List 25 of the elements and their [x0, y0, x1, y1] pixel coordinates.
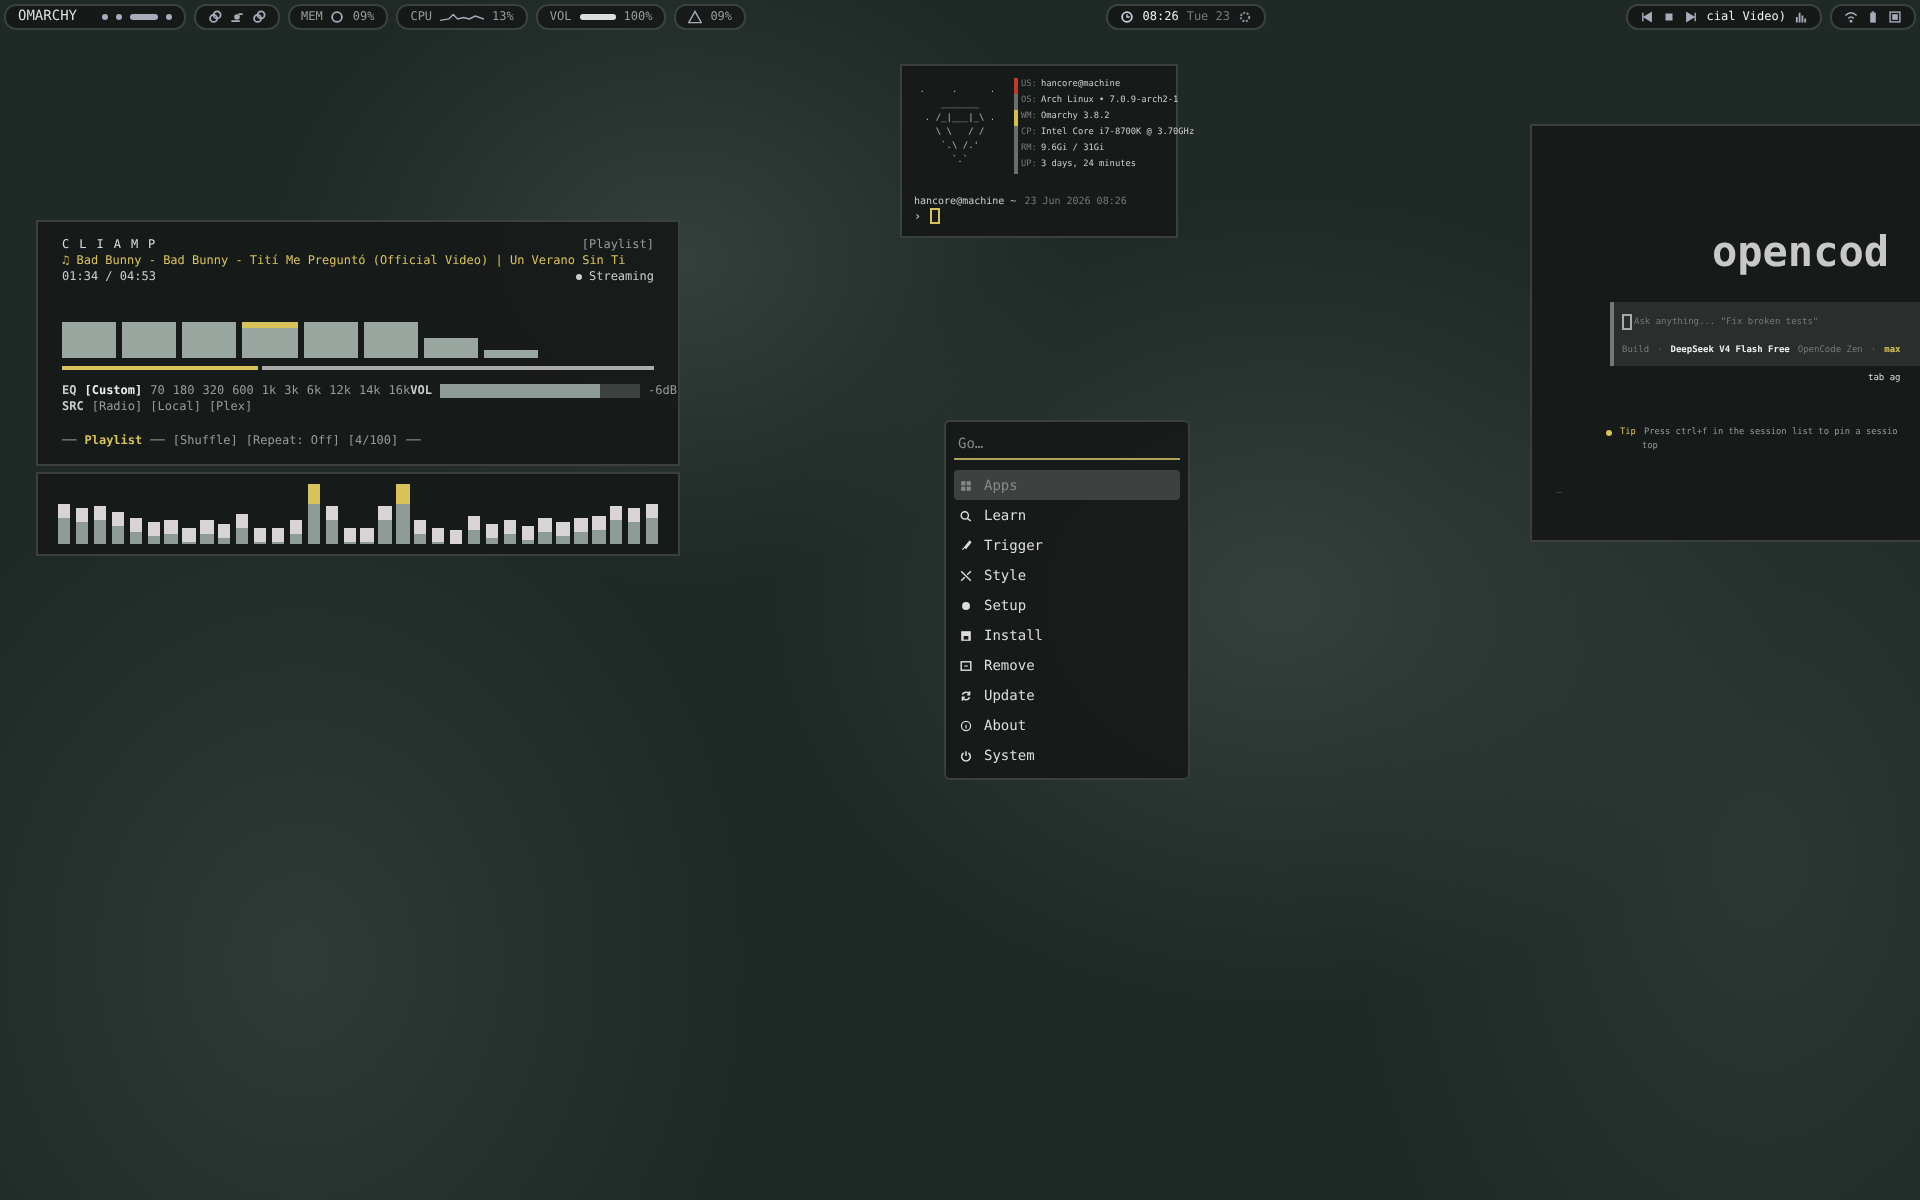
- battery-icon[interactable]: [1866, 9, 1880, 23]
- info-icon: [960, 719, 972, 731]
- power-icon: [960, 749, 972, 761]
- workspace-indicator[interactable]: [165, 13, 172, 19]
- ring-icon: [330, 9, 345, 23]
- volume-meter[interactable]: [579, 13, 616, 19]
- clock-icon: [1120, 9, 1135, 23]
- remove-icon: [960, 659, 972, 671]
- workspace-indicator[interactable]: [115, 13, 122, 19]
- cpu-graph-icon: [440, 10, 485, 22]
- previous-icon[interactable]: [1640, 9, 1655, 23]
- warning-icon: [688, 9, 703, 23]
- equalizer-icon: [1794, 9, 1808, 23]
- next-icon[interactable]: [1684, 9, 1699, 23]
- workspace-indicator[interactable]: [101, 13, 108, 19]
- text-cursor: [929, 208, 940, 224]
- volume-slider[interactable]: [439, 384, 640, 398]
- grid-icon: [960, 479, 972, 491]
- wifi-icon[interactable]: [1844, 9, 1858, 23]
- save-icon: [960, 629, 972, 641]
- display-icon[interactable]: [1888, 9, 1902, 23]
- stop-icon[interactable]: [1662, 9, 1677, 23]
- workspace-indicator[interactable]: [129, 13, 158, 19]
- refresh-icon: [960, 689, 972, 701]
- opencode-logo: opencod: [1712, 226, 1892, 278]
